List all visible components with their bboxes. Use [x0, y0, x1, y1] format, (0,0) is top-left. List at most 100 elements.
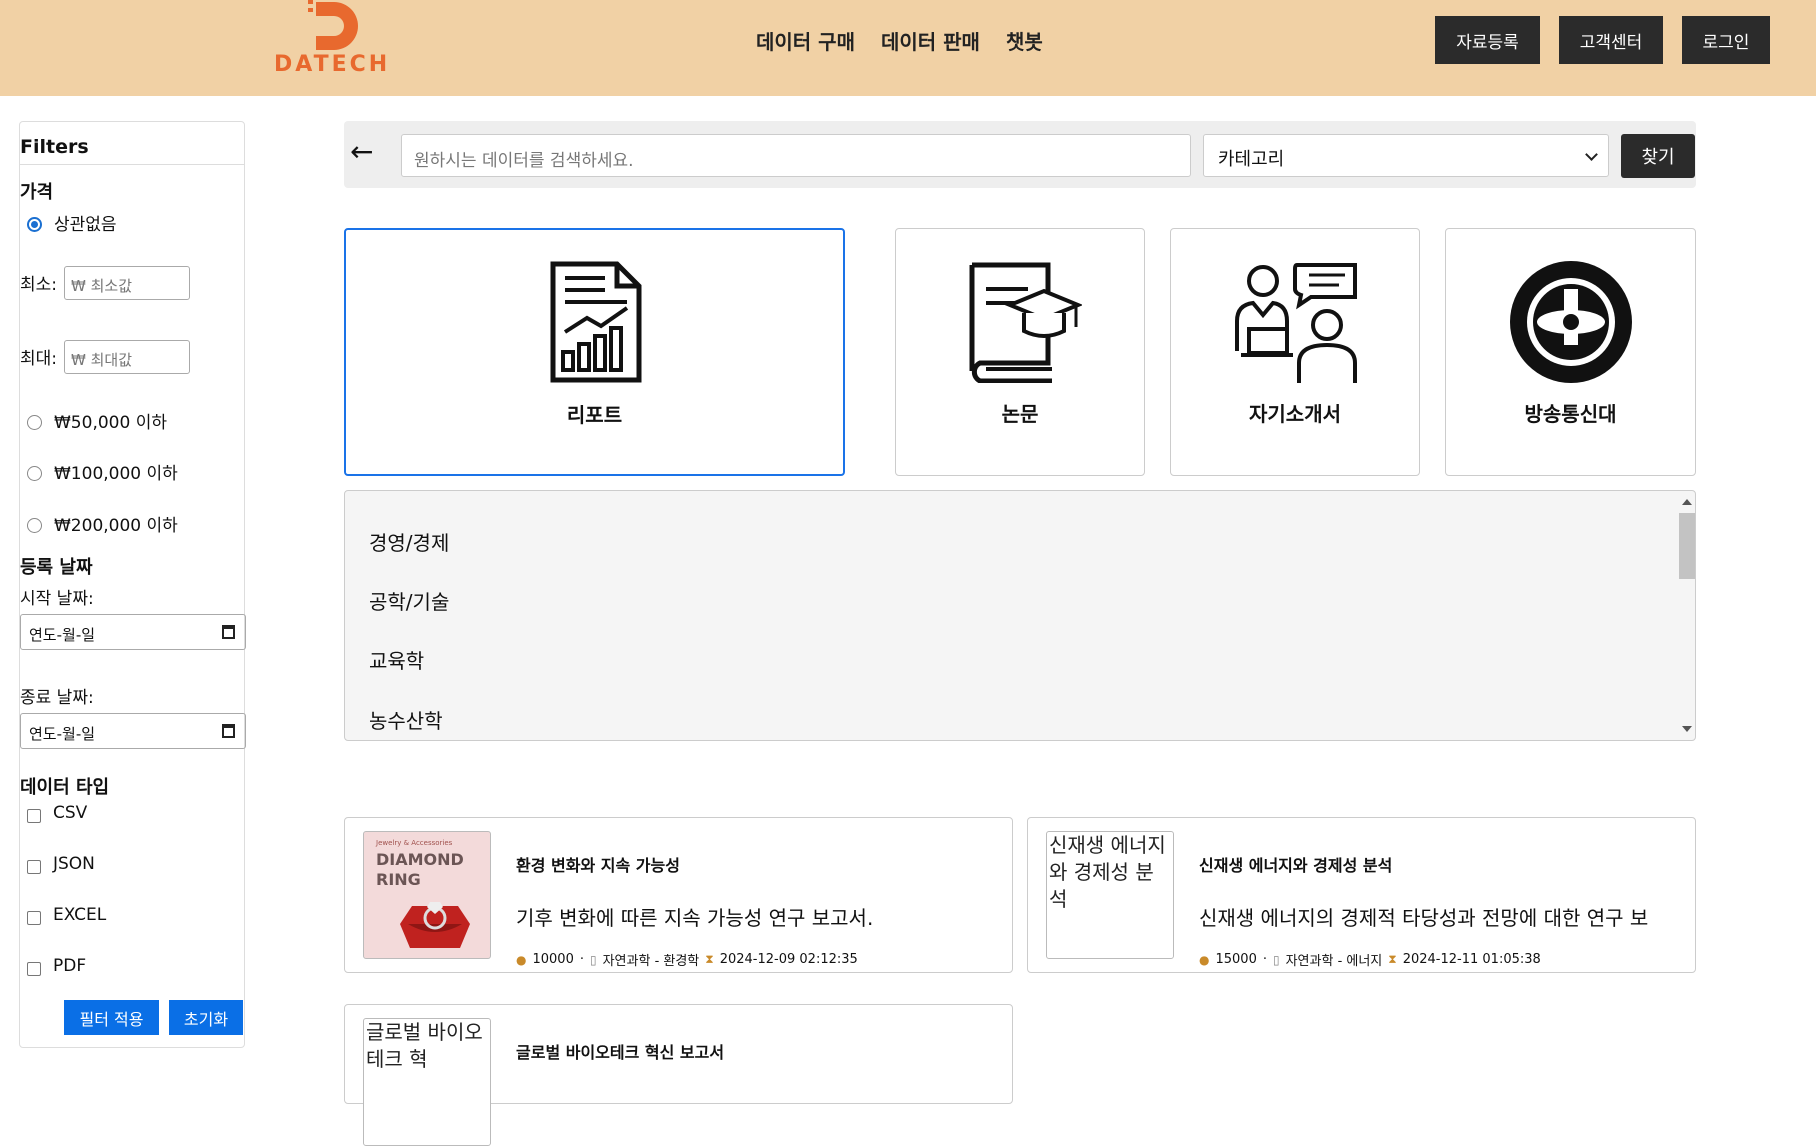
card-thumbnail-broken: 신재생 에너지와 경제성 분석	[1046, 831, 1174, 959]
json-label: JSON	[53, 854, 95, 874]
thumb-title: DIAMOND RING	[376, 850, 464, 889]
thumb-alt-text: 신재생 에너지와 경제성 분석	[1049, 833, 1166, 911]
subcategory-item[interactable]: 경영/경제	[369, 527, 449, 556]
subcategory-item[interactable]: 농수산학	[369, 705, 443, 734]
university-seal-icon	[1509, 261, 1632, 383]
document-icon: ▯	[1272, 952, 1280, 967]
end-date-label: 종료 날짜:	[20, 688, 94, 708]
start-date-label: 시작 날짜:	[20, 589, 94, 609]
reset-filter-button[interactable]: 초기화	[169, 1000, 243, 1035]
thumb-alt-text: 글로벌 바이오테크 혁	[366, 1020, 483, 1071]
price-200000-label: ₩200,000 이하	[54, 516, 178, 536]
nav-buy-data[interactable]: 데이터 구매	[756, 26, 855, 55]
json-checkbox[interactable]	[27, 860, 41, 874]
price-100000-radio[interactable]	[27, 466, 42, 481]
money-bag-icon: ●	[1199, 952, 1210, 967]
category-label: 방송통신대	[1524, 402, 1617, 426]
chevron-down-icon	[1585, 148, 1598, 161]
category-tile-knou[interactable]: 방송통신대	[1445, 228, 1696, 476]
card-title: 환경 변화와 지속 가능성	[516, 856, 680, 875]
calendar-icon[interactable]	[222, 724, 235, 738]
subcategory-item[interactable]: 교육학	[369, 645, 424, 674]
category-select-value: 카테고리	[1218, 149, 1285, 170]
data-card[interactable]: 신재생 에너지와 경제성 분석 신재생 에너지와 경제성 분석 신재생 에너지의…	[1027, 817, 1696, 973]
divider	[20, 164, 244, 165]
card-thumbnail-broken: 글로벌 바이오테크 혁	[363, 1018, 491, 1146]
card-description: 기후 변화에 따른 지속 가능성 연구 보고서.	[516, 906, 874, 930]
register-button[interactable]: 자료등록	[1435, 16, 1540, 64]
pdf-checkbox[interactable]	[27, 962, 41, 976]
nav-chatbot[interactable]: 챗봇	[1006, 26, 1043, 55]
scroll-down-arrow-icon[interactable]	[1682, 726, 1692, 732]
min-price-input[interactable]: ₩ 최소값	[64, 266, 190, 300]
excel-label: EXCEL	[53, 905, 107, 925]
min-label: 최소:	[20, 275, 58, 295]
document-icon: ▯	[589, 952, 597, 967]
category-tile-report[interactable]: 리포트	[344, 228, 845, 476]
data-card[interactable]: Jewelry & Accessories DIAMOND RING 환경 변화…	[344, 817, 1013, 973]
nav-sell-data[interactable]: 데이터 판매	[881, 26, 980, 55]
price-200000-radio[interactable]	[27, 518, 42, 533]
card-title: 신재생 에너지와 경제성 분석	[1199, 856, 1393, 875]
logo-mark-icon	[308, 0, 358, 50]
scrollbar[interactable]	[1675, 491, 1695, 740]
ring-box-icon	[400, 902, 470, 948]
max-label: 최대:	[20, 349, 58, 369]
hourglass-icon: ⧗	[705, 952, 714, 966]
price-any-radio[interactable]	[27, 217, 42, 232]
price-100000-label: ₩100,000 이하	[54, 464, 178, 484]
scrollbar-thumb[interactable]	[1679, 513, 1695, 579]
subcategory-item[interactable]: 공학/기술	[369, 586, 449, 615]
thumb-caption: Jewelry & Accessories	[376, 839, 453, 847]
price-heading: 가격	[20, 182, 54, 203]
csv-label: CSV	[53, 803, 88, 823]
filters-sidebar: Filters 가격 상관없음 최소: ₩ 최소값 최대: ₩ 최대값 ₩50,…	[19, 121, 246, 1048]
type-heading: 데이터 타입	[20, 777, 110, 798]
category-label: 논문	[1001, 402, 1039, 426]
card-date: 2024-12-09 02:12:35	[719, 952, 858, 967]
start-date-input[interactable]: 연도-월-일	[20, 614, 246, 650]
start-date-placeholder: 연도-월-일	[29, 626, 96, 644]
main-nav: 데이터 구매 데이터 판매 챗봇	[756, 26, 1043, 55]
subcategory-list[interactable]: 경영/경제 공학/기술 교육학 농수산학	[344, 490, 1696, 741]
support-button[interactable]: 고객센터	[1559, 16, 1663, 64]
date-heading: 등록 날짜	[20, 557, 93, 578]
end-date-placeholder: 연도-월-일	[29, 725, 96, 743]
report-chart-icon	[550, 261, 641, 383]
price-50000-label: ₩50,000 이하	[54, 413, 167, 433]
filters-title: Filters	[20, 136, 89, 158]
card-meta: ● 15000 · ▯ 자연과학 - 에너지 ⧗ 2024-12-11 01:0…	[1199, 952, 1541, 969]
datech-logo[interactable]: DATECH	[272, 0, 392, 80]
logo-text: DATECH	[274, 52, 391, 77]
max-price-input[interactable]: ₩ 최대값	[64, 340, 190, 374]
hourglass-icon: ⧗	[1388, 952, 1397, 966]
end-date-input[interactable]: 연도-월-일	[20, 713, 246, 749]
card-date: 2024-12-11 01:05:38	[1402, 952, 1541, 967]
card-category: 자연과학 - 환경학	[602, 954, 700, 969]
search-input[interactable]: 원하시는 데이터를 검색하세요.	[401, 134, 1191, 177]
interview-icon	[1235, 263, 1357, 383]
card-description: 신재생 에너지의 경제적 타당성과 전망에 대한 연구 보	[1199, 906, 1649, 930]
card-title: 글로벌 바이오테크 혁신 보고서	[516, 1043, 725, 1062]
login-button[interactable]: 로그인	[1682, 16, 1770, 64]
calendar-icon[interactable]	[222, 625, 235, 639]
scroll-up-arrow-icon[interactable]	[1682, 499, 1692, 505]
category-select[interactable]: 카테고리	[1203, 134, 1609, 177]
apply-filter-button[interactable]: 필터 적용	[64, 1000, 159, 1035]
back-arrow-icon[interactable]: ←	[350, 135, 373, 168]
pdf-label: PDF	[53, 956, 87, 976]
card-price: 10000	[532, 952, 574, 967]
excel-checkbox[interactable]	[27, 911, 41, 925]
thesis-book-icon	[969, 262, 1082, 383]
category-tile-thesis[interactable]: 논문	[895, 228, 1145, 476]
card-meta: ● 10000 · ▯ 자연과학 - 환경학 ⧗ 2024-12-09 02:1…	[516, 952, 858, 969]
category-label: 자기소개서	[1249, 402, 1341, 426]
price-50000-radio[interactable]	[27, 415, 42, 430]
category-tile-cover-letter[interactable]: 자기소개서	[1170, 228, 1420, 476]
data-card[interactable]: 글로벌 바이오테크 혁 글로벌 바이오테크 혁신 보고서	[344, 1004, 1013, 1146]
category-label: 리포트	[566, 403, 623, 427]
csv-checkbox[interactable]	[27, 809, 41, 823]
card-thumbnail: Jewelry & Accessories DIAMOND RING	[363, 831, 491, 959]
find-button[interactable]: 찾기	[1621, 134, 1695, 178]
card-category: 자연과학 - 에너지	[1285, 954, 1383, 969]
